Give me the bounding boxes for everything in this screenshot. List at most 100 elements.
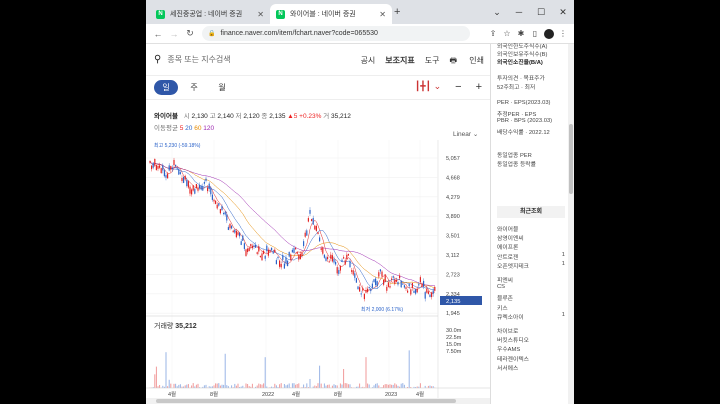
close-tab-icon[interactable]: ✕ bbox=[257, 10, 264, 19]
reload-icon[interactable]: ↻ bbox=[182, 28, 198, 39]
menu-print[interactable]: 🖶 인쇄 bbox=[449, 55, 484, 69]
recent-item[interactable]: 에이프론 bbox=[497, 242, 565, 251]
volume-bar bbox=[291, 383, 293, 388]
search-input[interactable]: 종목 또는 지수검색 bbox=[167, 54, 230, 65]
lock-icon[interactable]: 🔒 bbox=[208, 30, 215, 37]
candle-body bbox=[351, 270, 353, 272]
price-chart[interactable]: 5,0574,6684,2793,8903,5013,1122,7232,334… bbox=[146, 140, 490, 404]
candle-body bbox=[165, 175, 167, 178]
tab-active[interactable]: N 와이어블 : 네이버 증권 ✕ bbox=[270, 4, 392, 24]
recent-item[interactable]: 서서에스 bbox=[497, 363, 565, 372]
candle-body bbox=[395, 279, 397, 282]
candle-body bbox=[384, 275, 386, 282]
volume-bar bbox=[376, 383, 378, 388]
minimize-icon[interactable]: ─ bbox=[508, 7, 530, 17]
extensions-icon[interactable]: ✱ bbox=[514, 29, 528, 38]
recent-item[interactable]: 안트로젠 1 bbox=[497, 252, 565, 261]
volume-bar bbox=[383, 385, 385, 388]
vertical-scrollbar[interactable] bbox=[568, 44, 574, 404]
scroll-thumb[interactable] bbox=[156, 399, 456, 403]
candle-body bbox=[359, 287, 361, 292]
candlestick-icon[interactable]: ┃╋┃ ⌄ bbox=[415, 81, 441, 93]
recent-item[interactable]: 블루존 bbox=[497, 293, 565, 302]
scale-dropdown[interactable]: Linear ⌄ bbox=[453, 130, 478, 138]
x-tick: 8월 bbox=[210, 390, 218, 398]
volume-bar bbox=[287, 384, 289, 388]
recent-item[interactable]: 피엔씨 bbox=[497, 275, 565, 284]
volume-bar bbox=[408, 350, 410, 388]
x-tick: 4월 bbox=[416, 390, 424, 398]
candle-body bbox=[239, 232, 241, 237]
recent-item[interactable]: 테라젠이텍스 bbox=[497, 354, 565, 363]
forward-icon[interactable]: → bbox=[166, 29, 182, 39]
candle-body bbox=[354, 273, 356, 278]
recent-item[interactable]: 차이브로 bbox=[497, 326, 565, 335]
scroll-thumb[interactable] bbox=[569, 124, 573, 194]
candle-body bbox=[151, 165, 153, 170]
tab-inactive[interactable]: N 세진중공업 : 네이버 증권 ✕ bbox=[150, 4, 270, 24]
recent-title[interactable]: 최근조회 bbox=[497, 206, 565, 218]
horizontal-scrollbar[interactable] bbox=[146, 398, 490, 404]
sidepanel-icon[interactable]: ▯ bbox=[528, 29, 542, 38]
volume-bar bbox=[261, 384, 263, 388]
volume-axis: 30.0m22.5m15.0m7.50m bbox=[446, 328, 462, 355]
share-icon[interactable]: ⇪ bbox=[486, 29, 500, 38]
candle-body bbox=[213, 199, 215, 202]
candle-body bbox=[245, 249, 247, 256]
recent-item[interactable]: 삼영이엔씨 bbox=[497, 233, 565, 242]
zoom-out-icon[interactable]: − bbox=[455, 81, 461, 93]
candle-body bbox=[331, 255, 333, 262]
candle-body bbox=[391, 278, 393, 280]
search-icon[interactable]: ⚲ bbox=[154, 54, 161, 65]
candle-body bbox=[171, 167, 173, 170]
candle-body bbox=[415, 289, 417, 294]
candle-body bbox=[219, 209, 221, 214]
recent-item[interactable]: 큐렉소아이 1 bbox=[497, 312, 565, 321]
menu-disclosure[interactable]: 공시 bbox=[361, 55, 376, 69]
candle-body bbox=[307, 218, 309, 222]
recent-item[interactable]: 오픈엣지테크 1 bbox=[497, 261, 565, 270]
volume-bar bbox=[397, 385, 399, 388]
period-day-button[interactable]: 일 bbox=[154, 80, 178, 95]
avatar[interactable] bbox=[544, 28, 554, 39]
volume-bar bbox=[341, 384, 343, 388]
volume-bar bbox=[170, 383, 172, 388]
volume-bar bbox=[303, 384, 305, 388]
back-icon[interactable]: ← bbox=[150, 29, 166, 39]
menu-tools[interactable]: 도구 bbox=[425, 55, 440, 69]
browser-window: N 세진중공업 : 네이버 증권 ✕ N 와이어블 : 네이버 증권 ✕ + ⌄… bbox=[146, 0, 574, 404]
period-month-button[interactable]: 월 bbox=[210, 80, 234, 95]
volume-bar bbox=[386, 384, 388, 388]
volume-bar bbox=[221, 384, 223, 388]
menu-icon[interactable]: ⋮ bbox=[556, 29, 570, 38]
menu-indicators[interactable]: 보조지표 bbox=[385, 55, 414, 69]
candle-body bbox=[269, 250, 271, 252]
volume-bar bbox=[344, 383, 346, 388]
recent-item[interactable]: CS bbox=[497, 284, 565, 290]
volume-bar bbox=[245, 383, 247, 388]
close-tab-icon[interactable]: ✕ bbox=[379, 10, 386, 19]
address-bar[interactable]: 🔒 finance.naver.com/item/fchart.naver?co… bbox=[202, 26, 470, 41]
tab-search-icon[interactable]: ⌄ bbox=[486, 7, 508, 18]
maximize-icon[interactable]: ☐ bbox=[530, 7, 552, 18]
recent-item[interactable]: 키스 bbox=[497, 303, 565, 312]
recent-item[interactable]: 버킷스튜디오 bbox=[497, 335, 565, 344]
recent-item-count: 1 bbox=[561, 260, 565, 267]
volume-bar bbox=[314, 385, 316, 388]
zoom-in-icon[interactable]: + bbox=[476, 81, 482, 93]
close-window-icon[interactable]: ✕ bbox=[552, 7, 574, 18]
naver-favicon-icon: N bbox=[156, 9, 165, 19]
candle-body bbox=[370, 288, 372, 292]
current-price-tag: 2,135 bbox=[446, 299, 461, 305]
candle-body bbox=[317, 232, 319, 234]
volume-bar bbox=[359, 383, 361, 388]
candle-body bbox=[189, 186, 191, 194]
recent-item[interactable]: 우수AMS bbox=[497, 344, 565, 353]
volume-bar bbox=[391, 384, 393, 388]
volume-bar bbox=[298, 383, 300, 388]
star-icon[interactable]: ☆ bbox=[500, 29, 514, 38]
new-tab-icon[interactable]: + bbox=[394, 6, 400, 18]
candle-body bbox=[178, 168, 180, 175]
period-week-button[interactable]: 주 bbox=[182, 80, 206, 95]
recent-item[interactable]: 와이어블 bbox=[497, 224, 565, 233]
